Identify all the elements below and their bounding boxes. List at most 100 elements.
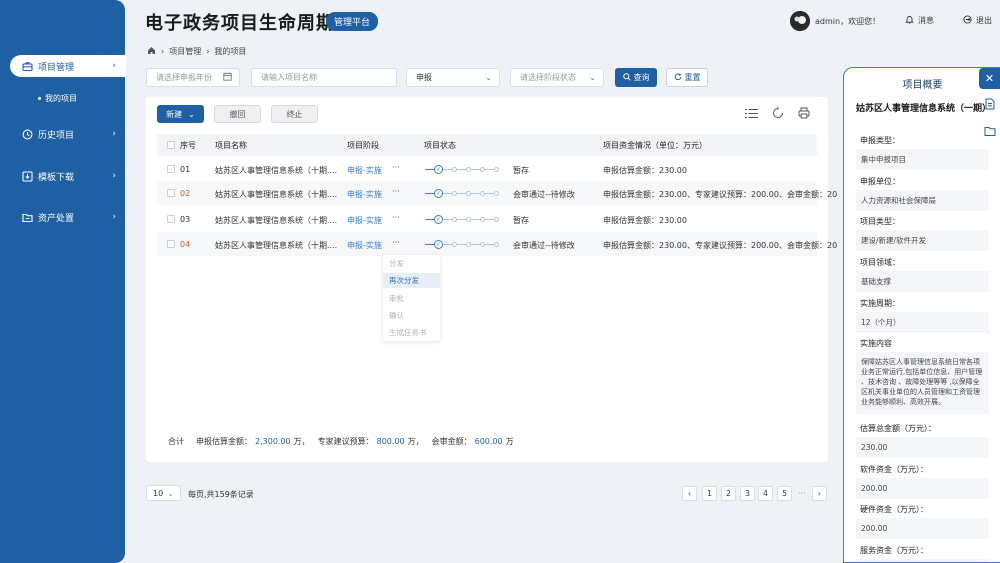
- print-icon[interactable]: [798, 107, 810, 122]
- refresh-icon[interactable]: [772, 107, 784, 122]
- reset-button[interactable]: 重置: [666, 68, 708, 87]
- year-select[interactable]: 请选择申报年份: [146, 68, 240, 87]
- select-all-checkbox[interactable]: [167, 141, 175, 149]
- table-header: [157, 134, 817, 156]
- field-label: 申报类型：: [860, 136, 900, 145]
- more-actions-icon[interactable]: ···: [392, 213, 400, 222]
- folder-icon[interactable]: [984, 125, 996, 137]
- page-button[interactable]: 4: [758, 486, 773, 501]
- stage-link[interactable]: 实施: [366, 190, 382, 199]
- field-label: 服务资金（万元）：: [860, 546, 928, 555]
- breadcrumb-item[interactable]: 项目管理: [169, 46, 201, 57]
- row-checkbox[interactable]: [167, 189, 175, 197]
- stage-link[interactable]: 实施: [366, 166, 382, 175]
- more-actions-icon[interactable]: ···: [392, 187, 400, 196]
- chevron-right-icon: ›: [818, 489, 821, 498]
- row-stage[interactable]: 申报-实施: [347, 165, 382, 176]
- menu-item-approve[interactable]: 审批: [383, 291, 440, 306]
- progress-track: ✓: [425, 189, 499, 198]
- search-button[interactable]: 查询: [615, 68, 657, 87]
- page-ellipsis: ···: [798, 489, 806, 498]
- messages-button[interactable]: 消息: [905, 15, 934, 26]
- clock-icon: [22, 129, 33, 140]
- status-select[interactable]: 请选择阶段状态 ⌄: [510, 68, 604, 87]
- review-value: 600.00: [474, 437, 503, 446]
- row-no: 02: [180, 189, 191, 198]
- panel-project-name: 姑苏区人事管理信息系统（一期）: [856, 104, 992, 114]
- stage-link[interactable]: 申报: [347, 166, 363, 175]
- page-button[interactable]: 1: [702, 486, 717, 501]
- page-button[interactable]: 2: [721, 486, 736, 501]
- next-page-button[interactable]: ›: [812, 486, 827, 501]
- chevron-down-icon: ⌄: [485, 73, 492, 82]
- row-no: 04: [180, 240, 191, 249]
- page-button[interactable]: 5: [777, 486, 792, 501]
- search-icon: [622, 72, 631, 83]
- row-name[interactable]: 姑苏区人事管理信息系统（十期....: [215, 165, 337, 176]
- platform-badge: 管理平台: [326, 12, 379, 31]
- stage-link[interactable]: 实施: [366, 216, 382, 225]
- row-name[interactable]: 姑苏区人事管理信息系统（十期....: [215, 189, 337, 200]
- stage-link[interactable]: 申报: [347, 216, 363, 225]
- year-placeholder: 请选择申报年份: [156, 73, 212, 82]
- sidebar-subitem-my-projects[interactable]: 我的项目: [38, 93, 77, 104]
- panel-title: 项目概要: [902, 80, 943, 91]
- est-label: 申报估算金额：: [196, 437, 252, 446]
- home-icon[interactable]: [147, 46, 156, 57]
- menu-item-redistribute[interactable]: 再次分发: [383, 273, 440, 288]
- est-value: 2,300.00: [255, 437, 291, 446]
- menu-item-confirm[interactable]: 确认: [383, 308, 440, 323]
- row-stage[interactable]: 申报-实施: [347, 240, 382, 251]
- chevron-right-icon: ›: [112, 171, 116, 181]
- sidebar-item-project-management[interactable]: 项目管理 ›: [10, 55, 126, 77]
- row-funds: 申报估算金额：230.00: [603, 166, 687, 175]
- page-size-select[interactable]: 10 ⌄: [146, 485, 181, 501]
- page-button[interactable]: 3: [740, 486, 755, 501]
- header-name: 项目名称: [215, 141, 247, 150]
- row-status: 会审通过--待修改: [513, 190, 575, 199]
- new-button[interactable]: 新建 ⌄: [157, 105, 204, 123]
- row-stage[interactable]: 申报-实施: [347, 215, 382, 226]
- row-checkbox[interactable]: [167, 165, 175, 173]
- row-stage[interactable]: 申报-实施: [347, 189, 382, 200]
- summary-bar: 合计 申报估算金额： 2,300.00 万， 专家建议预算： 800.00 万，…: [168, 436, 514, 447]
- sidebar-item-label: 历史项目: [38, 130, 75, 141]
- field-value: 保障姑苏区人事管理信息系统日常各项业务正常运行,包括单位信息、用户管理 、技术咨…: [856, 352, 989, 414]
- breadcrumb-item: 我的项目: [214, 47, 247, 56]
- sidebar-item-history[interactable]: 历史项目 ›: [10, 123, 126, 145]
- field-value: 200.00: [856, 518, 989, 539]
- logout-icon: [963, 15, 972, 26]
- terminate-button[interactable]: 终止: [271, 105, 318, 123]
- expert-label: 专家建议预算：: [317, 437, 374, 446]
- sidebar-item-assets[interactable]: 资产处置 ›: [10, 206, 126, 228]
- row-name[interactable]: 姑苏区人事管理信息系统（十期....: [215, 240, 337, 251]
- more-actions-icon[interactable]: ···: [392, 238, 400, 247]
- row-checkbox[interactable]: [167, 215, 175, 223]
- field-value: [856, 559, 989, 562]
- menu-item-generate-task[interactable]: 生成任务书: [383, 325, 440, 340]
- stage-link[interactable]: 实施: [366, 241, 382, 250]
- expert-unit: 万，: [407, 437, 424, 446]
- project-name-input[interactable]: 请输入项目名称: [251, 68, 397, 87]
- stage-link[interactable]: 申报: [347, 241, 363, 250]
- document-icon[interactable]: [984, 98, 996, 110]
- row-checkbox[interactable]: [167, 240, 175, 248]
- stage-select[interactable]: 申报 ⌄: [406, 68, 500, 87]
- row-status: 暂存: [513, 166, 529, 175]
- stage-link[interactable]: 申报: [347, 190, 363, 199]
- menu-item-distribute[interactable]: 分发: [383, 256, 440, 271]
- close-panel-button[interactable]: ✕: [979, 68, 1000, 89]
- user-menu[interactable]: admin，欢迎您！: [790, 11, 880, 31]
- close-icon: ✕: [984, 72, 995, 85]
- name-placeholder: 请输入项目名称: [261, 73, 317, 82]
- progress-track: ✓: [425, 165, 499, 174]
- sidebar-item-templates[interactable]: 模板下载 ›: [10, 165, 126, 187]
- withdraw-button[interactable]: 撤回: [214, 105, 261, 123]
- list-view-icon[interactable]: [745, 108, 758, 122]
- expert-value: 800.00: [376, 437, 405, 446]
- row-name[interactable]: 姑苏区人事管理信息系统（十期....: [215, 215, 337, 226]
- review-label: 会审金额：: [431, 437, 472, 446]
- logout-button[interactable]: 退出: [963, 15, 992, 26]
- prev-page-button[interactable]: ‹: [682, 486, 697, 501]
- more-actions-icon[interactable]: ···: [392, 163, 400, 172]
